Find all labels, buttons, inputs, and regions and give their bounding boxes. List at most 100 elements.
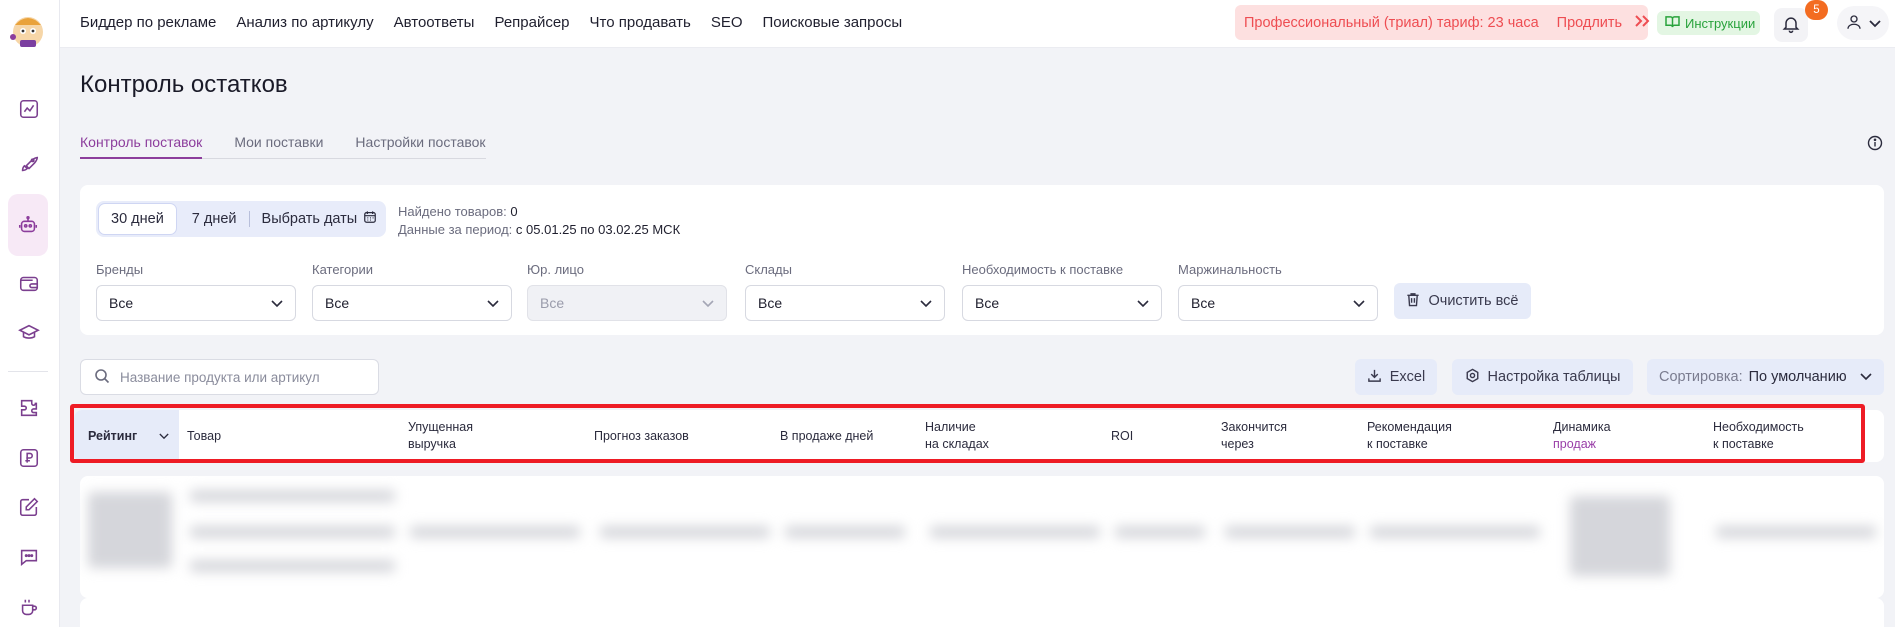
filter-supply-need: Необходимость к поставке Все (962, 262, 1162, 321)
excel-export-button[interactable]: Excel (1355, 359, 1437, 395)
book-icon (1665, 15, 1680, 31)
trash-icon (1406, 292, 1420, 311)
filter-label: Юр. лицо (527, 262, 584, 277)
column-header-label: Рейтинг (88, 428, 138, 443)
ruble-icon[interactable] (10, 439, 48, 477)
graduation-cap-icon[interactable] (10, 314, 48, 352)
chat-icon[interactable] (10, 538, 48, 576)
sidebar (0, 0, 60, 627)
tab-supply-settings[interactable]: Настройки поставок (355, 130, 485, 158)
column-header-supply-need[interactable]: Необходимость к поставке (1713, 410, 1804, 462)
margin-select[interactable]: Все (1178, 285, 1378, 321)
sidebar-divider (8, 371, 48, 372)
bell-icon (1781, 14, 1801, 37)
column-header-runs-out[interactable]: Закончится через (1221, 410, 1287, 462)
period-7-days[interactable]: 7 дней (192, 211, 237, 227)
skeleton-line (1225, 526, 1355, 538)
nav-item-repricer[interactable]: Репрайсер (494, 14, 569, 31)
filter-label: Необходимость к поставке (962, 262, 1124, 277)
column-header-lost-revenue[interactable]: Упущенная выручка (408, 410, 473, 462)
select-value: Все (109, 295, 134, 311)
user-menu-button[interactable] (1837, 6, 1889, 40)
skeleton-line (1370, 526, 1540, 538)
search-input[interactable] (120, 369, 350, 385)
rocket-icon[interactable] (10, 145, 48, 183)
extend-link[interactable]: Продлить (1557, 15, 1622, 31)
column-header-stock[interactable]: Наличие на складах (925, 410, 989, 462)
sort-select[interactable]: Сортировка: По умолчанию (1647, 359, 1884, 395)
clear-all-label: Очистить всё (1428, 293, 1519, 309)
tab-my-supplies[interactable]: Мои поставки (234, 130, 323, 158)
nav-item-what-to-sell[interactable]: Что продавать (590, 14, 691, 31)
notifications-button[interactable] (1774, 8, 1808, 42)
tab-supply-control[interactable]: Контроль поставок (80, 130, 203, 159)
select-value: Все (1191, 295, 1216, 311)
column-header-label: Наличие (925, 420, 976, 434)
gear-icon (1465, 368, 1480, 387)
calendar-icon (363, 210, 377, 228)
legal-entity-select: Все (527, 285, 727, 321)
results-summary: Найдено товаров: 0 Данные за период: с 0… (398, 203, 680, 239)
column-header-sales-dynamics[interactable]: Динамика продаж (1553, 410, 1611, 462)
column-header-recommendation[interactable]: Рекомендация к поставке (1367, 410, 1452, 462)
double-chevron-right-icon[interactable] (1634, 14, 1652, 32)
main-nav: Биддер по рекламе Анализ по артикулу Авт… (80, 0, 902, 44)
period-30-days[interactable]: 30 дней (98, 203, 177, 235)
range-value: с 05.01.25 по 03.02.25 МСК (515, 222, 681, 237)
app-logo[interactable] (6, 8, 50, 52)
filters-panel: 30 дней 7 дней Выбрать даты Найдено това… (80, 185, 1884, 335)
column-header-label: через (1221, 437, 1254, 451)
chevron-down-icon (1137, 295, 1149, 311)
user-icon (1845, 13, 1863, 34)
column-header-label: к поставке (1713, 437, 1774, 451)
skeleton-line (410, 526, 580, 538)
period-selector: 30 дней 7 дней Выбрать даты (96, 201, 386, 237)
choose-dates-button[interactable]: Выбрать даты (262, 210, 378, 228)
brands-select[interactable]: Все (96, 285, 296, 321)
skeleton-line (1716, 526, 1876, 538)
select-value: Все (975, 295, 1000, 311)
skeleton-line (190, 560, 395, 572)
column-header-label: Закончится (1221, 420, 1288, 434)
supply-need-select[interactable]: Все (962, 285, 1162, 321)
nav-item-article-analysis[interactable]: Анализ по артикулу (236, 14, 373, 31)
table-header: Рейтинг Товар Упущенная выручка Прогноз з… (74, 410, 1884, 462)
instructions-button[interactable]: Инструкции (1657, 11, 1760, 35)
search-box (80, 359, 379, 395)
column-header-label: на складах (925, 437, 989, 451)
column-header-product[interactable]: Товар (187, 410, 221, 462)
skeleton-chart (1570, 496, 1670, 576)
puzzle-icon[interactable] (10, 389, 48, 427)
column-header-days-on-sale[interactable]: В продаже дней (780, 410, 873, 462)
nav-item-autoreplies[interactable]: Автоответы (394, 14, 475, 31)
info-icon[interactable] (1867, 135, 1883, 154)
column-header-roi[interactable]: ROI (1111, 410, 1133, 462)
nav-item-seo[interactable]: SEO (711, 14, 743, 31)
robot-icon[interactable] (8, 194, 48, 256)
filter-label: Склады (745, 262, 792, 277)
nav-item-search-queries[interactable]: Поисковые запросы (763, 14, 903, 31)
wallet-icon[interactable] (10, 264, 48, 302)
coffee-icon[interactable] (10, 589, 48, 627)
categories-select[interactable]: Все (312, 285, 512, 321)
skeleton-line (190, 526, 395, 538)
warehouses-select[interactable]: Все (745, 285, 945, 321)
chevron-down-icon (920, 295, 932, 311)
column-header-rating[interactable]: Рейтинг (74, 410, 179, 462)
chevron-down-icon (1869, 15, 1881, 31)
download-icon (1367, 368, 1382, 387)
column-header-order-forecast[interactable]: Прогноз заказов (594, 410, 689, 462)
chevron-down-icon (271, 295, 283, 311)
chart-line-icon[interactable] (10, 90, 48, 128)
clear-all-button[interactable]: Очистить всё (1394, 283, 1531, 319)
table-body-placeholder (80, 476, 1884, 598)
filter-legal-entity: Юр. лицо Все (527, 262, 727, 321)
nav-item-ad-bidder[interactable]: Биддер по рекламе (80, 14, 216, 31)
chevron-down-icon (159, 428, 169, 445)
filter-warehouses: Склады Все (745, 262, 945, 321)
table-settings-button[interactable]: Настройка таблицы (1452, 359, 1633, 395)
skeleton-image (88, 492, 172, 568)
edit-icon[interactable] (10, 488, 48, 526)
sort-label: Сортировка: (1659, 369, 1743, 385)
trial-text: Профессиональный (триал) тариф: 23 часа (1244, 14, 1539, 31)
